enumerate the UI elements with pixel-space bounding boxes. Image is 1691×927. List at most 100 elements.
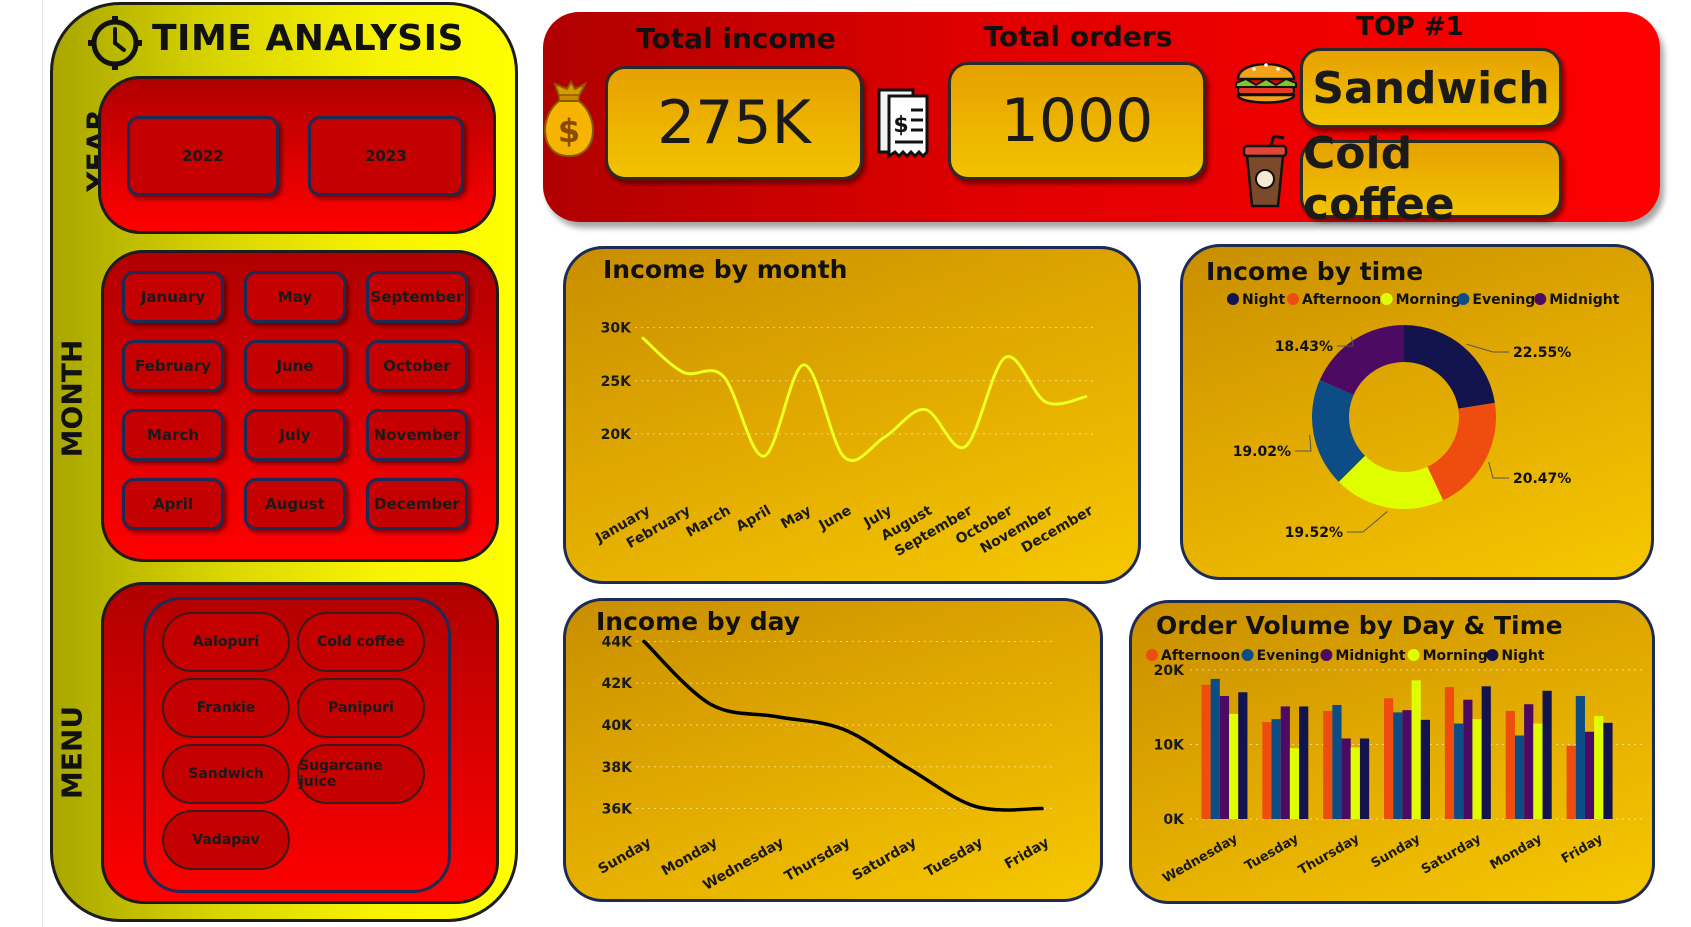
menu-label: MENU — [55, 705, 89, 800]
month-button-june[interactable]: June — [244, 340, 346, 392]
slice-leader-evening — [1295, 434, 1312, 452]
menu-button-vadapav[interactable]: Vadapav — [162, 810, 290, 870]
legend-marker-morning — [1380, 293, 1393, 305]
bar-friday-morning — [1594, 716, 1604, 819]
month-button-february[interactable]: February — [122, 340, 224, 392]
month-button-may[interactable]: May — [244, 271, 346, 323]
top-drink-card: Cold coffee — [1300, 128, 1562, 230]
month-button-april[interactable]: April — [122, 478, 224, 530]
month-button-march[interactable]: March — [122, 409, 224, 461]
slice-afternoon — [1427, 402, 1496, 501]
bar-monday-afternoon — [1505, 710, 1515, 819]
bar-y-tick: 0K — [1163, 812, 1185, 828]
legend-label-morning: Morning — [1396, 292, 1461, 308]
menu-button-sugarcane-juice[interactable]: Sugarcane juice — [297, 744, 425, 804]
menu-button-panipuri[interactable]: Panipuri — [297, 678, 425, 738]
day-y-tick: 40K — [602, 718, 633, 734]
day-point-sunday — [642, 639, 646, 643]
bar-sunday-morning — [1411, 680, 1421, 819]
bar-monday-midnight — [1524, 704, 1534, 819]
month-y-tick: 25K — [601, 374, 632, 390]
bar-legend-label-evening: Evening — [1257, 648, 1320, 664]
month-button-august[interactable]: August — [244, 478, 346, 530]
bar-y-tick: 20K — [1154, 663, 1185, 679]
month-button-october[interactable]: October — [366, 340, 468, 392]
legend-marker-midnight — [1534, 293, 1547, 305]
menu-button-frankie[interactable]: Frankie — [162, 678, 290, 738]
month-button-january[interactable]: January — [122, 271, 224, 323]
month-label: MONTH — [55, 339, 89, 458]
legend-marker-evening — [1457, 293, 1470, 305]
bar-x-tick-monday: Monday — [1488, 831, 1546, 873]
income-by-time-chart: Night Afternoon Morning Evening Midnight 22.5… — [1227, 292, 1620, 541]
slice-label-evening: 19.02% — [1233, 444, 1291, 460]
burger-icon — [1235, 62, 1297, 104]
bar-legend-marker-morning — [1407, 649, 1420, 661]
bar-legend-marker-evening — [1241, 649, 1254, 661]
bar-thursday-morning — [1350, 747, 1360, 819]
bar-y-tick: 10K — [1154, 737, 1185, 753]
clock-icon — [88, 16, 142, 70]
bar-thursday-afternoon — [1323, 710, 1333, 819]
bar-thursday-night — [1359, 738, 1370, 819]
day-y-tick: 36K — [602, 802, 633, 818]
year-button-2022[interactable]: 2022 — [127, 116, 279, 196]
legend-marker-afternoon — [1287, 293, 1299, 305]
day-y-tick: 44K — [602, 634, 633, 650]
menu-button-aalopuri[interactable]: Aalopuri — [162, 612, 290, 672]
legend-marker-night — [1227, 293, 1239, 305]
menu-button-sandwich[interactable]: Sandwich — [162, 744, 290, 804]
slice-night — [1404, 325, 1495, 409]
bar-sunday-evening — [1393, 712, 1403, 819]
bar-tuesday-morning — [1289, 748, 1300, 819]
income-by-month-card: Income by month 20K 25K 30K January February… — [563, 246, 1141, 584]
bar-tuesday-afternoon — [1262, 722, 1272, 819]
month-point-september — [963, 445, 967, 449]
bar-x-tick-friday: Friday — [1559, 831, 1606, 867]
bar-saturday-morning — [1472, 719, 1482, 819]
bar-legend-label-afternoon: Afternoon — [1161, 648, 1240, 664]
day-point-saturday — [907, 767, 911, 771]
bar-wednesday-evening — [1210, 678, 1220, 819]
year-button-2023[interactable]: 2023 — [308, 116, 464, 196]
day-series-line — [642, 639, 1044, 812]
panel-title: TIME ANALYSIS — [152, 18, 464, 59]
slice-leader-afternoon — [1488, 461, 1509, 479]
legend-label-afternoon: Afternoon — [1302, 292, 1381, 308]
income-by-time-card: Income by time Night Afternoon Morning Even… — [1180, 244, 1654, 580]
top-food-card: Sandwich — [1300, 48, 1562, 128]
day-x-tick-tuesday: Tuesday — [922, 835, 985, 881]
bar-monday-night — [1542, 690, 1552, 819]
bar-x-tick-tuesday: Tuesday — [1242, 831, 1301, 874]
month-y-tick: 20K — [601, 427, 632, 443]
receipt-icon: $ — [877, 88, 929, 159]
order-volume-chart: Afternoon Evening Midnight Morning Night 0K 10… — [1146, 648, 1642, 886]
bar-wednesday-midnight — [1219, 696, 1230, 819]
month-point-april — [762, 454, 766, 458]
slice-leader-night — [1466, 343, 1509, 353]
bar-x-tick-saturday: Saturday — [1419, 831, 1484, 877]
bar-legend-label-night: Night — [1501, 648, 1545, 664]
month-point-may — [802, 363, 806, 367]
day-x-tick-saturday: Saturday — [850, 835, 920, 884]
total-income-label: Total income — [636, 22, 836, 55]
bar-x-tick-sunday: Sunday — [1369, 831, 1424, 871]
month-x-tick-april: April — [733, 503, 773, 536]
order-volume-card: Order Volume by Day & Time Afternoon Even… — [1129, 600, 1655, 904]
month-button-july[interactable]: July — [244, 409, 346, 461]
month-button-november[interactable]: November — [366, 409, 468, 461]
month-button-september[interactable]: September — [366, 271, 468, 323]
bar-sunday-night — [1420, 719, 1430, 819]
menu-button-cold-coffee[interactable]: Cold coffee — [297, 612, 425, 672]
month-x-tick-may: May — [778, 503, 814, 533]
month-point-october — [1003, 355, 1007, 359]
month-button-december[interactable]: December — [366, 478, 468, 530]
bar-tuesday-midnight — [1280, 706, 1290, 819]
svg-text:$: $ — [558, 112, 580, 150]
month-series-line — [641, 336, 1088, 462]
bar-friday-evening — [1575, 696, 1585, 819]
month-point-march — [722, 375, 726, 379]
bar-legend-marker-afternoon — [1146, 649, 1158, 661]
bar-x-tick-thursday: Thursday — [1296, 831, 1363, 878]
income-by-day-chart: 36K38K40K42K44KSunday MondayWednesdayThur… — [596, 634, 1052, 894]
